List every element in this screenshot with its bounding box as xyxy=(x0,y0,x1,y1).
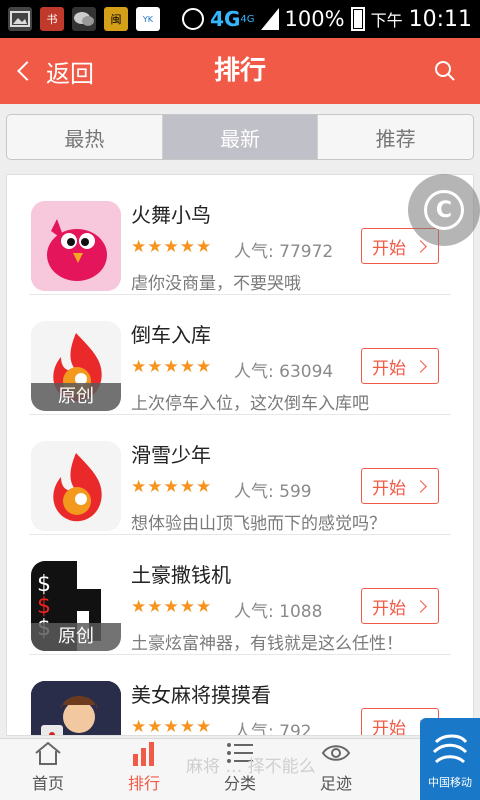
start-button[interactable]: 开始 xyxy=(361,588,439,624)
tab-newest[interactable]: 最新 xyxy=(162,115,319,159)
eye-icon xyxy=(321,745,351,761)
notification-icons: 书 闽 YK xyxy=(8,7,160,31)
bird-game-icon xyxy=(31,201,121,291)
start-label: 开始 xyxy=(372,598,406,619)
back-button[interactable]: 返回 xyxy=(17,38,94,104)
tab-recommended[interactable]: 推荐 xyxy=(318,115,473,159)
popularity: 人气: 1088 xyxy=(234,602,323,622)
flame-logo-icon: 原创 xyxy=(31,321,121,411)
battery-icon xyxy=(350,7,365,31)
app-name: 火舞小鸟 xyxy=(131,203,211,227)
chevron-left-icon xyxy=(17,61,37,81)
rating-stars: ★★★★★ xyxy=(131,357,213,377)
status-bar: 书 闽 YK 4G 4G 100% 下午 10:11 xyxy=(0,0,480,38)
network-type: 4G xyxy=(210,7,241,31)
network-sub: 4G xyxy=(240,13,255,25)
battery-percent: 100% xyxy=(284,7,345,31)
float-letter: C xyxy=(424,190,464,230)
tab-hottest[interactable]: 最热 xyxy=(7,115,163,159)
rating-stars: ★★★★★ xyxy=(131,237,213,257)
bar-chart-icon xyxy=(133,742,154,766)
clock: 10:11 xyxy=(408,6,472,32)
signal-icon xyxy=(260,8,279,30)
start-label: 开始 xyxy=(372,478,406,499)
chevron-right-icon xyxy=(414,239,427,253)
carrier-icon xyxy=(432,734,468,764)
tab-ranking[interactable]: 排行 xyxy=(96,739,192,800)
tab-label: 首页 xyxy=(31,774,64,793)
list-item[interactable]: 原创 倒车入库 ★★★★★ 人气: 63094 上次停车入位，这次倒车入库吧 开… xyxy=(29,295,451,415)
youku-icon: YK xyxy=(136,7,160,31)
overlapped-text: 麻将 … 择不能么 xyxy=(186,757,316,777)
list-item[interactable]: 火舞小鸟 ★★★★★ 人气: 77972 虐你没商量，不要哭哦 开始 xyxy=(29,175,451,295)
tab-home[interactable]: 首页 xyxy=(0,739,96,800)
original-badge: 原创 xyxy=(31,383,121,411)
china-mobile-logo[interactable]: 中国移动 xyxy=(420,718,480,800)
search-icon[interactable] xyxy=(434,60,456,82)
app-icon: 闽 xyxy=(104,7,128,31)
chevron-right-icon xyxy=(414,359,427,373)
ranking-segment-control: 最热 最新 推荐 xyxy=(6,114,474,160)
wechat-icon xyxy=(72,7,96,31)
popularity: 人气: 792 xyxy=(234,722,312,736)
start-label: 开始 xyxy=(372,238,406,259)
popularity: 人气: 77972 xyxy=(234,242,334,262)
reader-icon: 书 xyxy=(40,7,64,31)
app-description: 想体验由山顶飞驰而下的感觉吗？ xyxy=(131,514,386,534)
start-label: 开始 xyxy=(372,358,406,379)
original-badge: 原创 xyxy=(31,623,121,651)
tab-label: 排行 xyxy=(127,774,160,793)
app-name: 滑雪少年 xyxy=(131,443,211,467)
popularity: 人气: 599 xyxy=(234,482,312,502)
app-list: 火舞小鸟 ★★★★★ 人气: 77972 虐你没商量，不要哭哦 开始 原创 倒车… xyxy=(6,174,474,736)
carrier-name: 中国移动 xyxy=(428,776,472,789)
app-description: 土豪炫富神器，有钱就是这么任性！ xyxy=(131,634,403,654)
list-item[interactable]: 滑雪少年 ★★★★★ 人气: 599 想体验由山顶飞驰而下的感觉吗？ 开始 xyxy=(29,415,451,535)
app-name: 美女麻将摸摸看 xyxy=(131,683,271,707)
floating-assist-button[interactable]: C xyxy=(408,174,480,246)
app-description: 上次停车入位，这次倒车入库吧 xyxy=(131,394,369,414)
popularity: 人气: 63094 xyxy=(234,362,334,382)
rating-stars: ★★★★★ xyxy=(131,477,213,497)
chevron-right-icon xyxy=(414,479,427,493)
list-item[interactable]: 美女麻将摸摸看 ★★★★★ 人气: 792 开始 xyxy=(29,655,451,736)
chevron-right-icon xyxy=(414,599,427,613)
alarm-icon xyxy=(182,8,205,30)
app-name: 土豪撒钱机 xyxy=(131,563,231,587)
app-name: 倒车入库 xyxy=(131,323,211,347)
back-label: 返回 xyxy=(46,59,94,88)
flame-logo-icon xyxy=(31,441,121,531)
app-header: 排行 返回 xyxy=(0,38,480,104)
start-label: 开始 xyxy=(372,718,406,736)
list-item[interactable]: $ $ $ 原创 土豪撒钱机 ★★★★★ 人气: 1088 土豪炫富神器，有钱就… xyxy=(29,535,451,655)
tab-label: 足迹 xyxy=(319,774,352,793)
image-icon xyxy=(8,7,32,31)
start-button[interactable]: 开始 xyxy=(361,468,439,504)
app-description: 虐你没商量，不要哭哦 xyxy=(131,274,301,294)
mahjong-girl-icon xyxy=(31,681,121,735)
money-gun-icon: $ $ $ 原创 xyxy=(31,561,121,651)
ampm: 下午 xyxy=(370,11,403,30)
home-icon xyxy=(35,741,61,765)
start-button[interactable]: 开始 xyxy=(361,348,439,384)
rating-stars: ★★★★★ xyxy=(131,717,213,736)
rating-stars: ★★★★★ xyxy=(131,597,213,617)
